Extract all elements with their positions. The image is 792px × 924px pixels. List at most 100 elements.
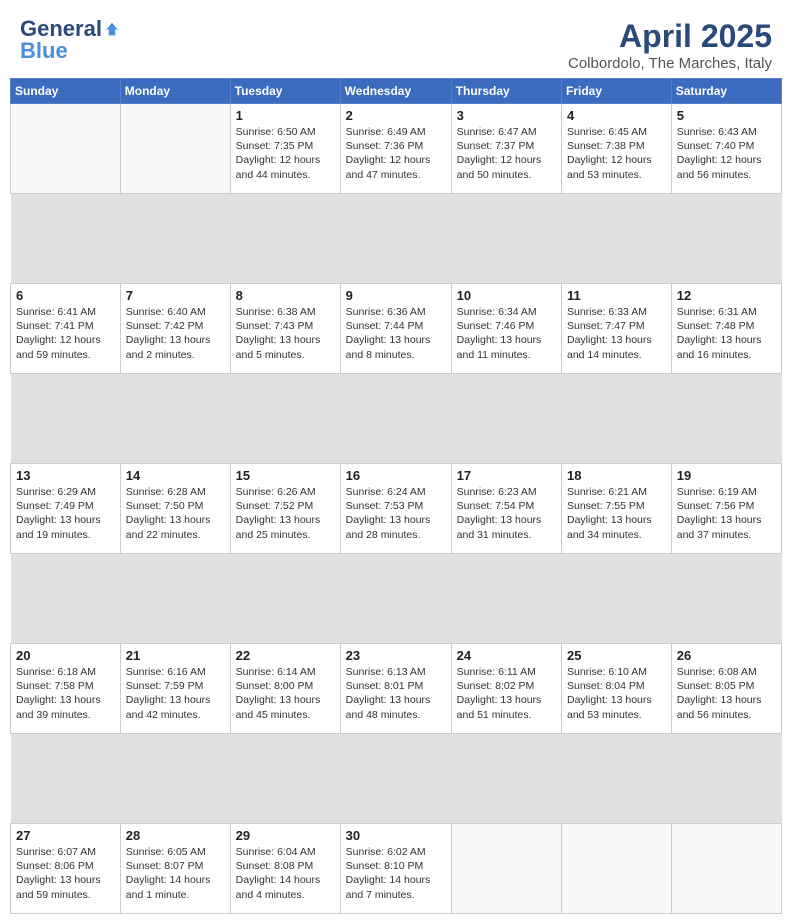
day-number: 30 bbox=[346, 828, 446, 843]
calendar-day bbox=[562, 824, 672, 914]
day-number: 10 bbox=[457, 288, 556, 303]
calendar-week-2: 6 Sunrise: 6:41 AM Sunset: 7:41 PM Daylig… bbox=[11, 284, 782, 374]
weekday-header-row: SundayMondayTuesdayWednesdayThursdayFrid… bbox=[11, 79, 782, 104]
day-info: Sunrise: 6:04 AM Sunset: 8:08 PM Dayligh… bbox=[236, 845, 335, 902]
day-info: Sunrise: 6:24 AM Sunset: 7:53 PM Dayligh… bbox=[346, 485, 446, 542]
day-number: 18 bbox=[567, 468, 666, 483]
day-info: Sunrise: 6:08 AM Sunset: 8:05 PM Dayligh… bbox=[677, 665, 776, 722]
week-separator bbox=[11, 554, 782, 644]
day-number: 11 bbox=[567, 288, 666, 303]
day-info: Sunrise: 6:38 AM Sunset: 7:43 PM Dayligh… bbox=[236, 305, 335, 362]
calendar-day: 6 Sunrise: 6:41 AM Sunset: 7:41 PM Daylig… bbox=[11, 284, 121, 374]
calendar-week-5: 27 Sunrise: 6:07 AM Sunset: 8:06 PM Dayli… bbox=[11, 824, 782, 914]
weekday-header-wednesday: Wednesday bbox=[340, 79, 451, 104]
day-number: 8 bbox=[236, 288, 335, 303]
day-number: 6 bbox=[16, 288, 115, 303]
calendar-day: 5 Sunrise: 6:43 AM Sunset: 7:40 PM Daylig… bbox=[671, 104, 781, 194]
day-info: Sunrise: 6:31 AM Sunset: 7:48 PM Dayligh… bbox=[677, 305, 776, 362]
day-info: Sunrise: 6:43 AM Sunset: 7:40 PM Dayligh… bbox=[677, 125, 776, 182]
day-number: 4 bbox=[567, 108, 666, 123]
day-info: Sunrise: 6:34 AM Sunset: 7:46 PM Dayligh… bbox=[457, 305, 556, 362]
day-number: 27 bbox=[16, 828, 115, 843]
day-info: Sunrise: 6:11 AM Sunset: 8:02 PM Dayligh… bbox=[457, 665, 556, 722]
day-number: 15 bbox=[236, 468, 335, 483]
weekday-header-monday: Monday bbox=[120, 79, 230, 104]
calendar-day: 3Sunrise: 6:47 AM Sunset: 7:37 PM Daylig… bbox=[451, 104, 561, 194]
calendar-day: 7Sunrise: 6:40 AM Sunset: 7:42 PM Daylig… bbox=[120, 284, 230, 374]
day-info: Sunrise: 6:47 AM Sunset: 7:37 PM Dayligh… bbox=[457, 125, 556, 182]
calendar-day: 2 Sunrise: 6:49 AM Sunset: 7:36 PM Daylig… bbox=[340, 104, 451, 194]
calendar-day: 4Sunrise: 6:45 AM Sunset: 7:38 PM Daylig… bbox=[562, 104, 672, 194]
day-number: 23 bbox=[346, 648, 446, 663]
day-info: Sunrise: 6:13 AM Sunset: 8:01 PM Dayligh… bbox=[346, 665, 446, 722]
day-number: 28 bbox=[126, 828, 225, 843]
calendar-day: 10 Sunrise: 6:34 AM Sunset: 7:46 PM Dayli… bbox=[451, 284, 561, 374]
day-number: 21 bbox=[126, 648, 225, 663]
logo-icon bbox=[104, 21, 120, 37]
page-header: General Blue April 2025 Colbordolo, The … bbox=[10, 10, 782, 78]
day-number: 19 bbox=[677, 468, 776, 483]
day-info: Sunrise: 6:49 AM Sunset: 7:36 PM Dayligh… bbox=[346, 125, 446, 182]
calendar-table: SundayMondayTuesdayWednesdayThursdayFrid… bbox=[10, 78, 782, 914]
calendar-day: 15Sunrise: 6:26 AM Sunset: 7:52 PM Dayli… bbox=[230, 464, 340, 554]
day-info: Sunrise: 6:36 AM Sunset: 7:44 PM Dayligh… bbox=[346, 305, 446, 362]
day-number: 26 bbox=[677, 648, 776, 663]
logo-blue-text: Blue bbox=[20, 40, 68, 62]
week-separator bbox=[11, 374, 782, 464]
day-number: 5 bbox=[677, 108, 776, 123]
calendar-day: 29Sunrise: 6:04 AM Sunset: 8:08 PM Dayli… bbox=[230, 824, 340, 914]
calendar-day: 9 Sunrise: 6:36 AM Sunset: 7:44 PM Daylig… bbox=[340, 284, 451, 374]
day-info: Sunrise: 6:41 AM Sunset: 7:41 PM Dayligh… bbox=[16, 305, 115, 362]
calendar-day bbox=[11, 104, 121, 194]
calendar-week-3: 13 Sunrise: 6:29 AM Sunset: 7:49 PM Dayli… bbox=[11, 464, 782, 554]
calendar-day bbox=[120, 104, 230, 194]
day-info: Sunrise: 6:21 AM Sunset: 7:55 PM Dayligh… bbox=[567, 485, 666, 542]
day-number: 13 bbox=[16, 468, 115, 483]
calendar-day: 16 Sunrise: 6:24 AM Sunset: 7:53 PM Dayli… bbox=[340, 464, 451, 554]
month-title: April 2025 bbox=[568, 18, 772, 55]
day-info: Sunrise: 6:10 AM Sunset: 8:04 PM Dayligh… bbox=[567, 665, 666, 722]
calendar-day: 13 Sunrise: 6:29 AM Sunset: 7:49 PM Dayli… bbox=[11, 464, 121, 554]
calendar-day: 24 Sunrise: 6:11 AM Sunset: 8:02 PM Dayli… bbox=[451, 644, 561, 734]
day-info: Sunrise: 6:40 AM Sunset: 7:42 PM Dayligh… bbox=[126, 305, 225, 362]
day-info: Sunrise: 6:23 AM Sunset: 7:54 PM Dayligh… bbox=[457, 485, 556, 542]
day-info: Sunrise: 6:16 AM Sunset: 7:59 PM Dayligh… bbox=[126, 665, 225, 722]
day-info: Sunrise: 6:14 AM Sunset: 8:00 PM Dayligh… bbox=[236, 665, 335, 722]
day-number: 20 bbox=[16, 648, 115, 663]
day-number: 9 bbox=[346, 288, 446, 303]
calendar-day: 22Sunrise: 6:14 AM Sunset: 8:00 PM Dayli… bbox=[230, 644, 340, 734]
calendar-day: 30 Sunrise: 6:02 AM Sunset: 8:10 PM Dayli… bbox=[340, 824, 451, 914]
calendar-day: 26 Sunrise: 6:08 AM Sunset: 8:05 PM Dayli… bbox=[671, 644, 781, 734]
calendar-day: 23 Sunrise: 6:13 AM Sunset: 8:01 PM Dayli… bbox=[340, 644, 451, 734]
calendar-day bbox=[451, 824, 561, 914]
calendar-day: 8 Sunrise: 6:38 AM Sunset: 7:43 PM Daylig… bbox=[230, 284, 340, 374]
day-number: 1 bbox=[236, 108, 335, 123]
day-number: 25 bbox=[567, 648, 666, 663]
day-number: 24 bbox=[457, 648, 556, 663]
calendar-day: 25 Sunrise: 6:10 AM Sunset: 8:04 PM Dayli… bbox=[562, 644, 672, 734]
day-info: Sunrise: 6:28 AM Sunset: 7:50 PM Dayligh… bbox=[126, 485, 225, 542]
calendar-day: 11Sunrise: 6:33 AM Sunset: 7:47 PM Dayli… bbox=[562, 284, 672, 374]
day-number: 16 bbox=[346, 468, 446, 483]
day-number: 14 bbox=[126, 468, 225, 483]
title-block: April 2025 Colbordolo, The Marches, Ital… bbox=[568, 18, 772, 72]
calendar-day: 27 Sunrise: 6:07 AM Sunset: 8:06 PM Dayli… bbox=[11, 824, 121, 914]
day-info: Sunrise: 6:02 AM Sunset: 8:10 PM Dayligh… bbox=[346, 845, 446, 902]
calendar-day: 28Sunrise: 6:05 AM Sunset: 8:07 PM Dayli… bbox=[120, 824, 230, 914]
calendar-day: 14 Sunrise: 6:28 AM Sunset: 7:50 PM Dayli… bbox=[120, 464, 230, 554]
day-number: 17 bbox=[457, 468, 556, 483]
day-info: Sunrise: 6:29 AM Sunset: 7:49 PM Dayligh… bbox=[16, 485, 115, 542]
day-number: 2 bbox=[346, 108, 446, 123]
weekday-header-tuesday: Tuesday bbox=[230, 79, 340, 104]
weekday-header-saturday: Saturday bbox=[671, 79, 781, 104]
calendar-day: 1Sunrise: 6:50 AM Sunset: 7:35 PM Daylig… bbox=[230, 104, 340, 194]
weekday-header-friday: Friday bbox=[562, 79, 672, 104]
day-info: Sunrise: 6:07 AM Sunset: 8:06 PM Dayligh… bbox=[16, 845, 115, 902]
logo-general-text: General bbox=[20, 18, 102, 40]
day-number: 12 bbox=[677, 288, 776, 303]
weekday-header-sunday: Sunday bbox=[11, 79, 121, 104]
day-info: Sunrise: 6:19 AM Sunset: 7:56 PM Dayligh… bbox=[677, 485, 776, 542]
calendar-day: 17 Sunrise: 6:23 AM Sunset: 7:54 PM Dayli… bbox=[451, 464, 561, 554]
weekday-header-thursday: Thursday bbox=[451, 79, 561, 104]
week-separator bbox=[11, 194, 782, 284]
